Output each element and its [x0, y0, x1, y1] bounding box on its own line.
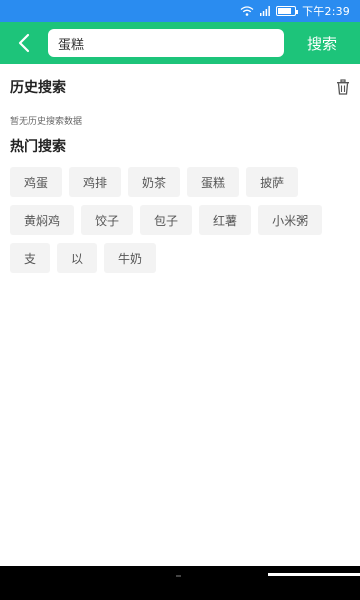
hot-search-chip[interactable]: 支 [10, 243, 51, 273]
system-nav-bar [0, 566, 360, 600]
search-content: 历史搜索 暂无历史搜索数据 热门搜索 鸡蛋 鸡排 奶茶 蛋糕 披萨 黄焖鸡 饺子… [10, 64, 352, 273]
hot-search-chip[interactable]: 鸡蛋 [10, 167, 63, 197]
hot-search-chip[interactable]: 黄焖鸡 [10, 205, 75, 235]
back-button[interactable] [0, 22, 48, 64]
hot-search-chip[interactable]: 以 [57, 243, 98, 273]
status-bar: 下午2:39 [0, 0, 360, 22]
nav-home-indicator[interactable] [176, 575, 181, 577]
history-header: 历史搜索 [10, 77, 352, 97]
hot-search-chip[interactable]: 奶茶 [128, 167, 181, 197]
header-bar: 搜索 [0, 22, 360, 64]
hot-search-chip[interactable]: 蛋糕 [187, 167, 240, 197]
status-time: 下午2:39 [302, 5, 350, 18]
hot-search-chip[interactable]: 红薯 [199, 205, 252, 235]
hot-title: 热门搜索 [10, 139, 66, 155]
hot-search-list: 鸡蛋 鸡排 奶茶 蛋糕 披萨 黄焖鸡 饺子 包子 红薯 小米粥 支 以 牛奶 [10, 167, 352, 273]
search-button[interactable]: 搜索 [284, 33, 360, 54]
hot-search-chip[interactable]: 小米粥 [258, 205, 323, 235]
wifi-icon [240, 6, 254, 16]
signal-icon [260, 6, 270, 16]
chevron-left-icon [18, 33, 30, 53]
search-box[interactable] [48, 29, 284, 57]
search-input[interactable] [58, 35, 274, 51]
history-title: 历史搜索 [10, 80, 66, 96]
hot-header: 热门搜索 [10, 136, 352, 156]
trash-icon[interactable] [336, 79, 350, 95]
history-empty-text: 暂无历史搜索数据 [10, 117, 83, 127]
hot-search-chip[interactable]: 鸡排 [69, 167, 122, 197]
hot-search-chip[interactable]: 披萨 [246, 167, 299, 197]
hot-search-chip[interactable]: 包子 [140, 205, 193, 235]
nav-gesture-bar[interactable] [268, 573, 360, 576]
hot-search-chip[interactable]: 饺子 [81, 205, 134, 235]
hot-search-chip[interactable]: 牛奶 [104, 243, 157, 273]
battery-icon [276, 6, 299, 16]
